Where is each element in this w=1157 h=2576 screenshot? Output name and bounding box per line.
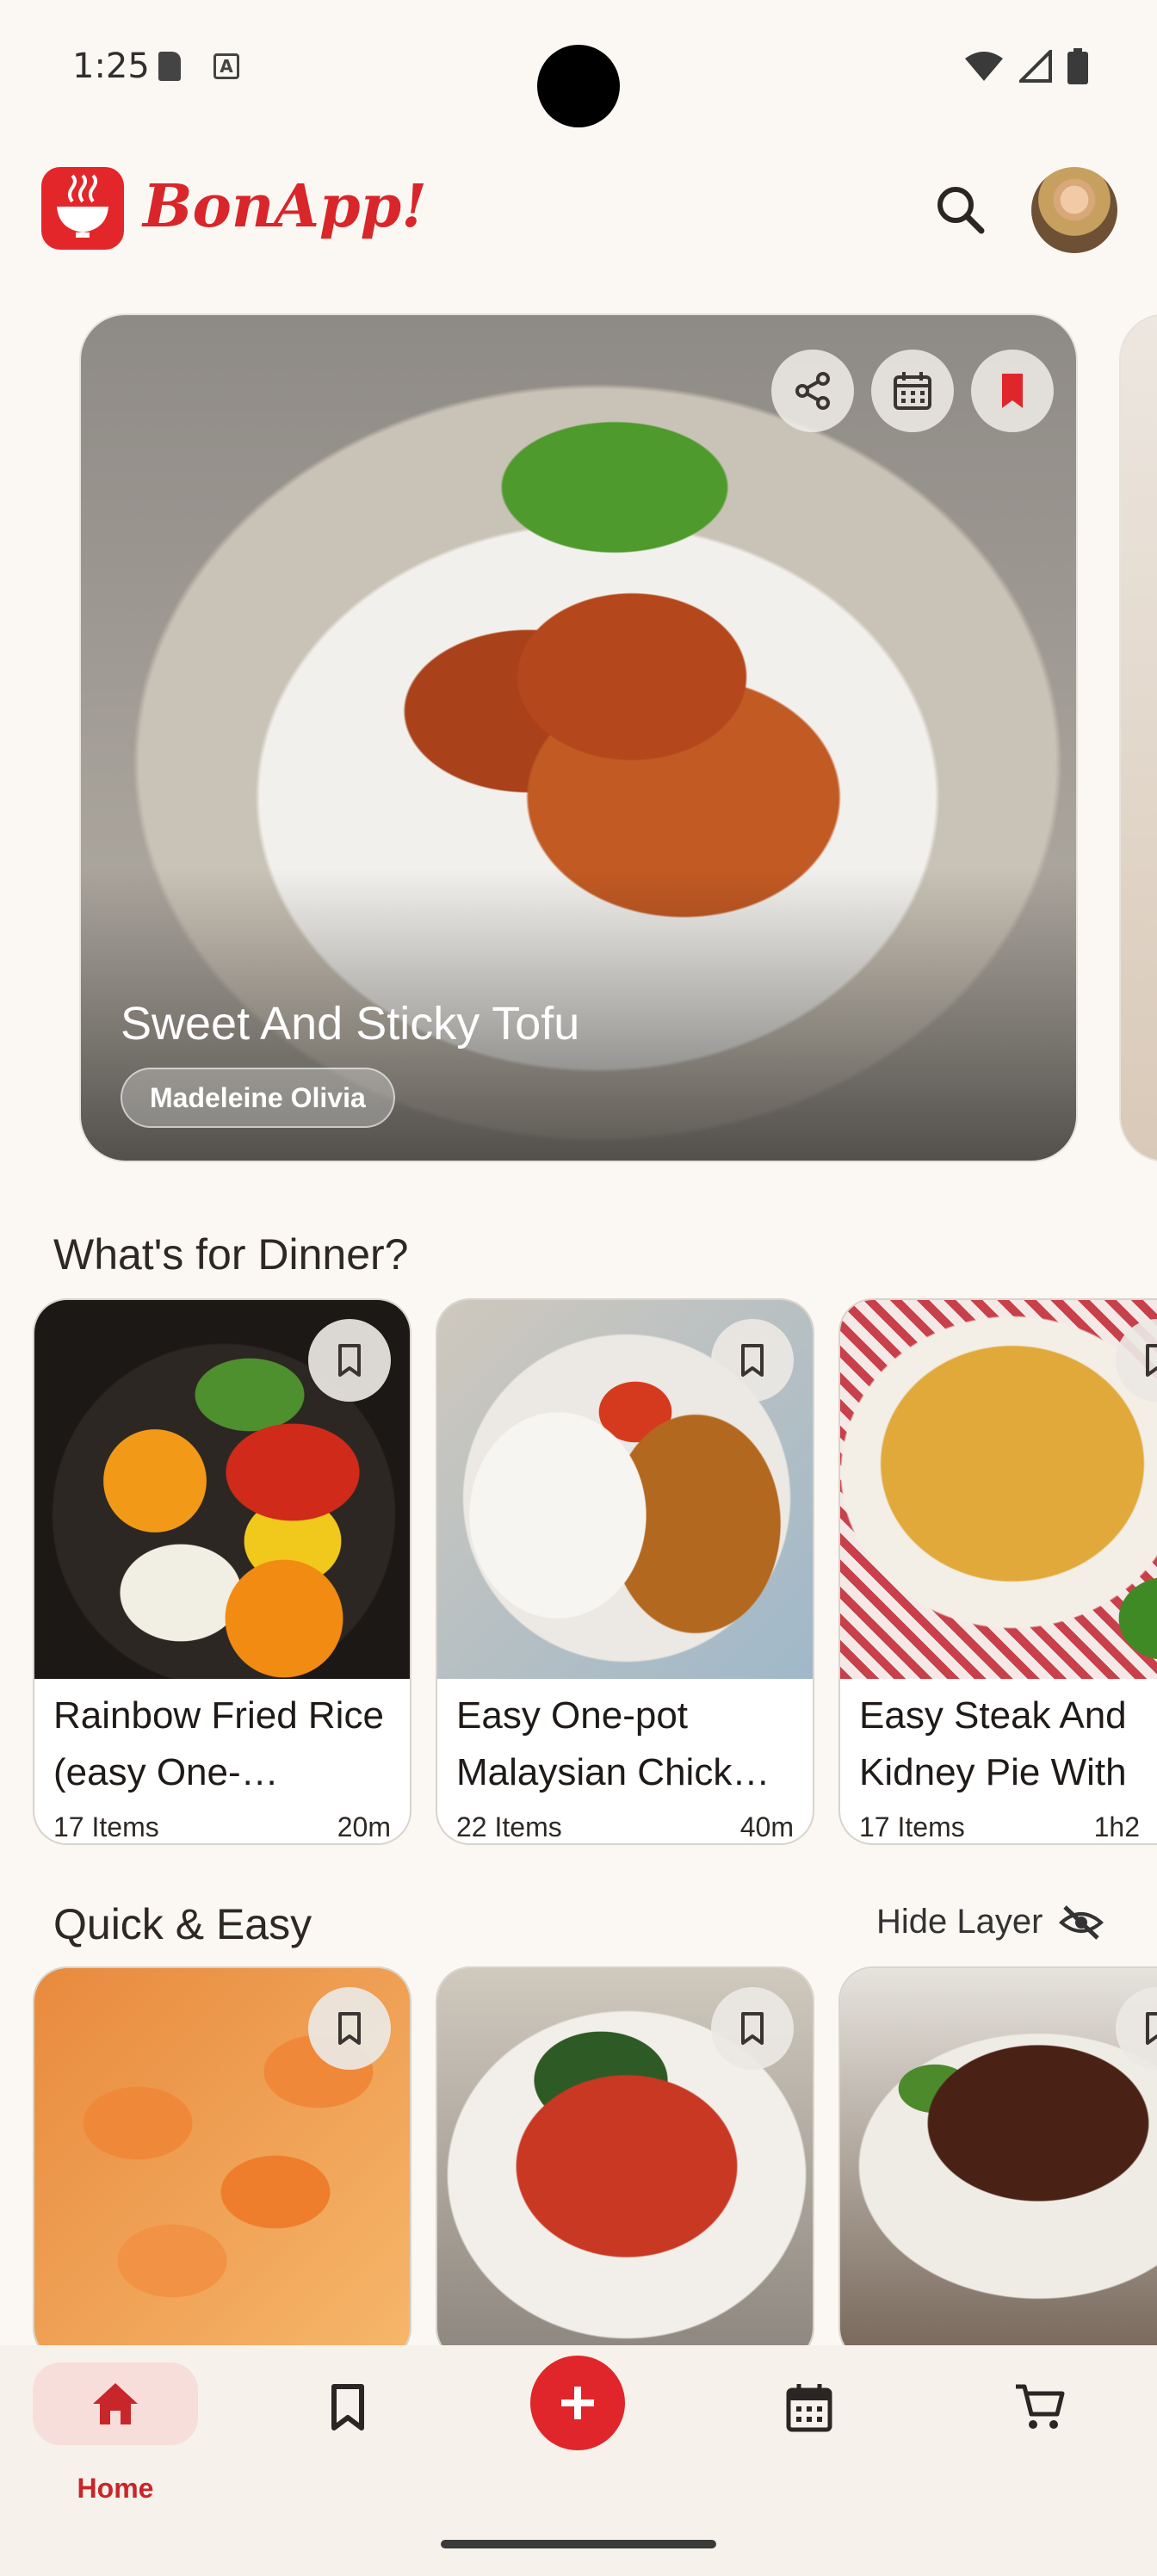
save-recipe-button[interactable] bbox=[1116, 1987, 1157, 2070]
section-title-quick: Quick & Easy bbox=[53, 1900, 312, 1948]
bookmark-icon bbox=[338, 2012, 361, 2045]
battery-icon bbox=[1067, 48, 1088, 84]
profile-avatar[interactable] bbox=[1031, 167, 1117, 253]
gesture-bar[interactable] bbox=[441, 2540, 716, 2548]
brand-name: BonApp! bbox=[143, 172, 427, 241]
section-title-dinner: What's for Dinner? bbox=[53, 1230, 409, 1279]
status-bar: 1:25 A bbox=[0, 0, 1157, 138]
nav-home[interactable] bbox=[33, 2362, 198, 2445]
recipe-card[interactable] bbox=[436, 1966, 814, 2362]
recipe-image bbox=[437, 1300, 813, 1679]
recipe-card[interactable]: Rainbow Fried Rice (easy One-… 17 Items … bbox=[33, 1298, 411, 1845]
app-logo-icon bbox=[41, 167, 124, 250]
home-icon bbox=[93, 2383, 138, 2424]
next-featured-card-peek[interactable] bbox=[1119, 313, 1157, 1162]
bookmark-icon bbox=[338, 1344, 361, 1377]
calendar-icon bbox=[786, 2384, 832, 2432]
share-button[interactable] bbox=[771, 350, 854, 432]
status-time: 1:25 bbox=[72, 46, 150, 86]
recipe-card[interactable]: Easy Steak And Kidney Pie With 17 Items … bbox=[838, 1298, 1157, 1845]
bookmark-icon bbox=[741, 2012, 764, 2045]
recipe-name: Easy One-pot Malaysian Chick… bbox=[456, 1694, 770, 1793]
recipe-name: Easy Steak And Kidney Pie With bbox=[859, 1694, 1127, 1793]
recipe-meta: 17 Items 20m bbox=[34, 1805, 410, 1843]
recipe-meta: 22 Items 40m bbox=[437, 1805, 813, 1843]
hero-actions bbox=[771, 350, 1054, 432]
search-icon bbox=[937, 187, 985, 234]
status-icons bbox=[964, 48, 1088, 84]
recipe-time: 20m bbox=[337, 1811, 391, 1842]
share-icon bbox=[795, 372, 830, 410]
search-button[interactable] bbox=[926, 176, 995, 245]
recipe-image bbox=[34, 1968, 410, 2347]
nav-meal-plan[interactable] bbox=[768, 2366, 851, 2449]
recipe-item-count: 17 Items bbox=[53, 1811, 159, 1842]
recipe-time: 1h2 bbox=[1093, 1811, 1140, 1842]
add-recipe-button[interactable] bbox=[530, 2356, 625, 2450]
recipe-item-count: 22 Items bbox=[456, 1811, 562, 1842]
cart-icon bbox=[1016, 2384, 1065, 2429]
signal-icon bbox=[1019, 50, 1052, 83]
hero-title: Sweet And Sticky Tofu bbox=[121, 998, 580, 1050]
plus-icon bbox=[561, 2387, 594, 2419]
recipe-image bbox=[437, 1968, 813, 2347]
recipe-card[interactable] bbox=[33, 1966, 411, 2362]
nav-home-label: Home bbox=[77, 2473, 154, 2504]
recipe-card[interactable]: Easy One-pot Malaysian Chick… 22 Items 4… bbox=[436, 1298, 814, 1845]
save-recipe-button[interactable] bbox=[308, 1987, 391, 2070]
nav-shopping[interactable] bbox=[999, 2366, 1081, 2449]
featured-recipe-card[interactable]: Sweet And Sticky Tofu Madeleine Olivia bbox=[79, 313, 1078, 1162]
wifi-icon bbox=[965, 52, 1003, 81]
nav-saved[interactable] bbox=[306, 2366, 389, 2449]
camera-cutout bbox=[537, 45, 620, 127]
save-recipe-button[interactable] bbox=[1116, 1319, 1157, 1402]
hide-layer-button[interactable]: Hide Layer bbox=[876, 1903, 1104, 1941]
save-recipe-button[interactable] bbox=[711, 1319, 794, 1402]
calendar-icon bbox=[894, 372, 931, 410]
author-chip[interactable]: Madeleine Olivia bbox=[121, 1068, 395, 1128]
bookmark-icon bbox=[331, 2384, 364, 2430]
app-header: BonApp! bbox=[0, 155, 1157, 267]
save-recipe-button[interactable] bbox=[308, 1319, 391, 1402]
recipe-meta: 17 Items 1h2 bbox=[840, 1805, 1157, 1843]
bookmark-icon bbox=[1146, 1344, 1157, 1377]
eye-off-icon bbox=[1059, 1904, 1104, 1940]
a-badge-icon: A bbox=[213, 53, 239, 79]
save-recipe-button[interactable] bbox=[711, 1987, 794, 2070]
schedule-button[interactable] bbox=[871, 350, 954, 432]
recipe-time: 40m bbox=[739, 1811, 794, 1842]
recipe-name: Rainbow Fried Rice (easy One-… bbox=[53, 1694, 384, 1793]
bookmark-icon bbox=[1146, 2012, 1157, 2045]
recipe-item-count: 17 Items bbox=[859, 1811, 965, 1842]
recipe-image bbox=[840, 1300, 1157, 1679]
recipe-image bbox=[34, 1300, 410, 1679]
hide-layer-label: Hide Layer bbox=[876, 1903, 1043, 1941]
bookmark-filled-icon bbox=[1002, 374, 1023, 408]
bookmark-button[interactable] bbox=[971, 350, 1054, 432]
bookmark-icon bbox=[741, 1344, 764, 1377]
recipe-card[interactable] bbox=[838, 1966, 1157, 2362]
recipe-image bbox=[840, 1968, 1157, 2347]
sd-card-icon bbox=[158, 52, 181, 81]
